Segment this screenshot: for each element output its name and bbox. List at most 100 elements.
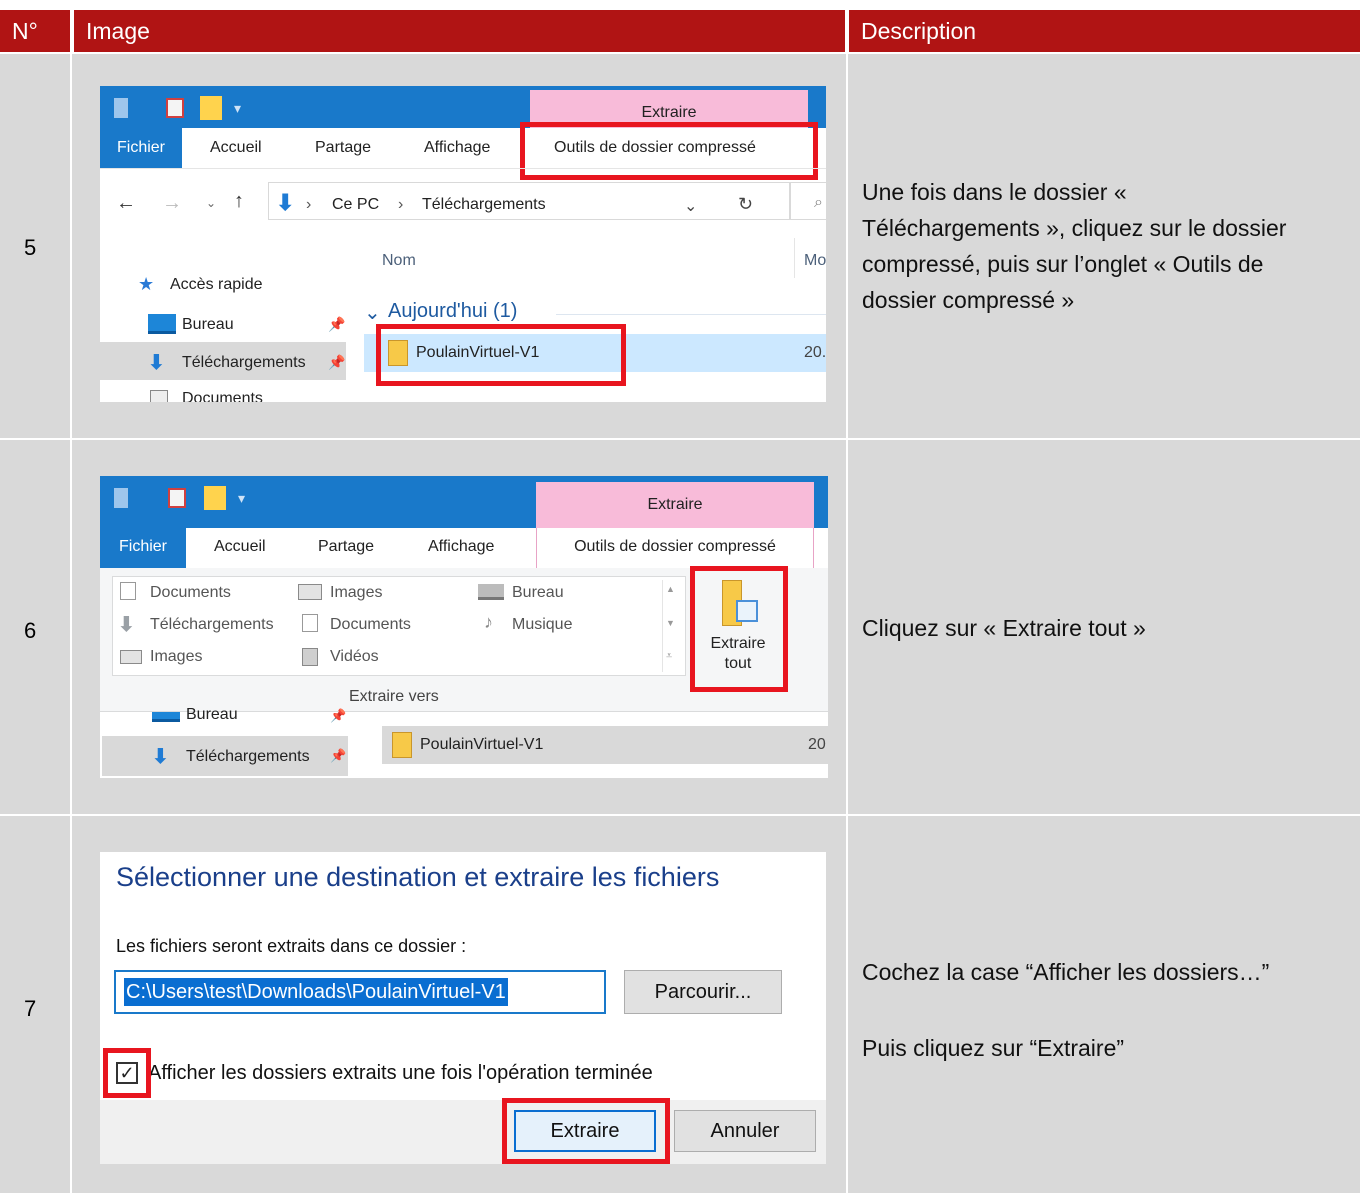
tab-affichage[interactable]: Affichage [428,538,494,556]
group-header[interactable]: Aujourd'hui (1) [388,300,517,323]
tab-partage[interactable]: Partage [318,538,374,556]
tab-fichier[interactable]: Fichier [100,128,182,168]
download-icon[interactable] [114,98,128,118]
tab-accueil[interactable]: Accueil [210,139,262,157]
file-modified: 20. [804,344,826,361]
properties-icon[interactable] [166,98,184,118]
forward-icon[interactable]: → [162,192,182,215]
documents-icon [150,390,168,402]
download-icon[interactable] [114,488,128,508]
customize-toolbar-icon[interactable]: ▾ [234,100,241,117]
divider [100,168,826,169]
highlight-box [376,324,626,386]
header-image: Image [74,10,845,52]
file-name[interactable]: PoulainVirtuel-V1 [420,736,543,754]
new-folder-icon[interactable] [204,486,226,510]
scroll-down-icon[interactable]: ▼ [666,618,675,628]
instruction-table: N° Image Description 5 6 7 Une fois dans… [0,0,1360,1193]
pin-icon[interactable]: 📌 [330,748,346,764]
documents-icon [120,582,136,600]
group-collapse-icon[interactable]: ⌄ [364,300,381,325]
step-description-2: Puis cliquez sur “Extraire” [862,1035,1125,1061]
destination-input-value: C:\Users\test\Downloads\PoulainVirtuel-V… [124,978,508,1006]
step-number: 6 [24,618,37,643]
dialog-title: Sélectionner une destination et extraire… [116,862,720,892]
ribbon-group-label: Extraire vers [349,688,439,705]
breadcrumb-separator-icon: › [398,196,404,213]
show-folders-label[interactable]: Afficher les dossiers extraits une fois … [148,1062,653,1085]
destination-telechargements[interactable]: Téléchargements [150,616,274,634]
header-num: N° [0,10,70,52]
tab-outils-dossier-compresse[interactable]: Outils de dossier compressé [536,528,814,568]
up-icon[interactable]: ↑ [234,190,244,213]
highlight-box [520,122,818,180]
desktop-icon [148,314,176,334]
downloads-icon: ⬇ [148,352,165,374]
pictures-icon [120,650,142,664]
extract-dialog-screenshot: Sélectionner une destination et extraire… [100,852,826,1164]
pin-icon[interactable]: 📌 [328,316,345,333]
highlight-box [103,1048,151,1098]
browse-button[interactable]: Parcourir... [624,970,782,1014]
videos-icon [302,648,318,666]
cancel-button[interactable]: Annuler [674,1110,816,1152]
step-description-1: Cochez la case “Afficher les dossiers…” [862,959,1270,985]
tab-partage[interactable]: Partage [315,139,371,157]
destination-prompt: Les fichiers seront extraits dans ce dos… [116,936,467,956]
new-folder-icon[interactable] [200,96,222,120]
tab-affichage[interactable]: Affichage [424,139,490,157]
file-modified: 20 [808,736,826,753]
step-number: 5 [24,235,37,260]
explorer-screenshot-step6: ▾ Extraire Fichier Accueil Partage Affic… [100,476,828,778]
context-tab-header: Extraire [536,482,814,528]
music-icon: ♪ [484,612,493,632]
back-icon[interactable]: ← [116,192,136,215]
destination-bureau[interactable]: Bureau [512,584,564,602]
properties-icon[interactable] [168,488,186,508]
destination-images-2[interactable]: Images [150,648,202,666]
step-number: 7 [24,996,37,1021]
step-description: Une fois dans le dossier « Téléchargemen… [862,179,1287,313]
nav-quick-access[interactable]: Accès rapide [170,276,263,294]
breadcrumb-ce-pc[interactable]: Ce PC [332,196,379,214]
row7-desc-cell [848,816,1360,1193]
destination-images[interactable]: Images [330,584,382,602]
destination-documents[interactable]: Documents [150,584,231,602]
refresh-icon[interactable]: ↻ [738,194,753,215]
search-icon: ⌕ [814,194,823,211]
scroll-up-icon[interactable]: ▲ [666,584,675,594]
nav-telechargements[interactable]: Téléchargements [186,748,332,766]
desktop-icon [478,584,504,600]
tab-fichier[interactable]: Fichier [100,528,186,568]
nav-telechargements[interactable]: Téléchargements [182,354,328,372]
destination-documents-2[interactable]: Documents [330,616,411,634]
address-dropdown-icon[interactable]: ⌄ [684,196,697,216]
column-modified[interactable]: Mo [804,252,826,270]
nav-bureau[interactable]: Bureau [186,706,238,720]
nav-documents[interactable]: Documents [182,390,263,402]
customize-toolbar-icon[interactable]: ▾ [238,490,245,507]
pin-icon[interactable]: 📌 [328,354,345,371]
gallery-expand-icon[interactable]: ⩡ [666,650,672,663]
breadcrumb-telechargements[interactable]: Téléchargements [422,196,546,214]
destination-videos[interactable]: Vidéos [330,648,379,666]
step-description: Cliquez sur « Extraire tout » [862,615,1146,641]
breadcrumb-separator-icon: › [306,196,312,213]
group-line [556,314,826,315]
downloads-icon: ⬇ [118,614,135,636]
recent-locations-icon[interactable]: ⌄ [206,196,216,210]
documents-icon [302,614,318,632]
column-divider [794,238,795,278]
highlight-box [502,1098,670,1164]
pictures-icon [298,584,322,600]
column-name[interactable]: Nom [382,252,416,270]
downloads-location-icon: ⬇ [276,190,295,215]
nav-bureau[interactable]: Bureau [182,316,234,334]
pin-icon[interactable]: 📌 [330,708,346,724]
zip-folder-icon [392,732,412,758]
tab-accueil[interactable]: Accueil [214,538,266,556]
destination-musique[interactable]: Musique [512,616,572,634]
downloads-icon: ⬇ [152,746,169,768]
quick-access-star-icon: ★ [138,274,155,294]
header-description: Description [849,10,1360,52]
